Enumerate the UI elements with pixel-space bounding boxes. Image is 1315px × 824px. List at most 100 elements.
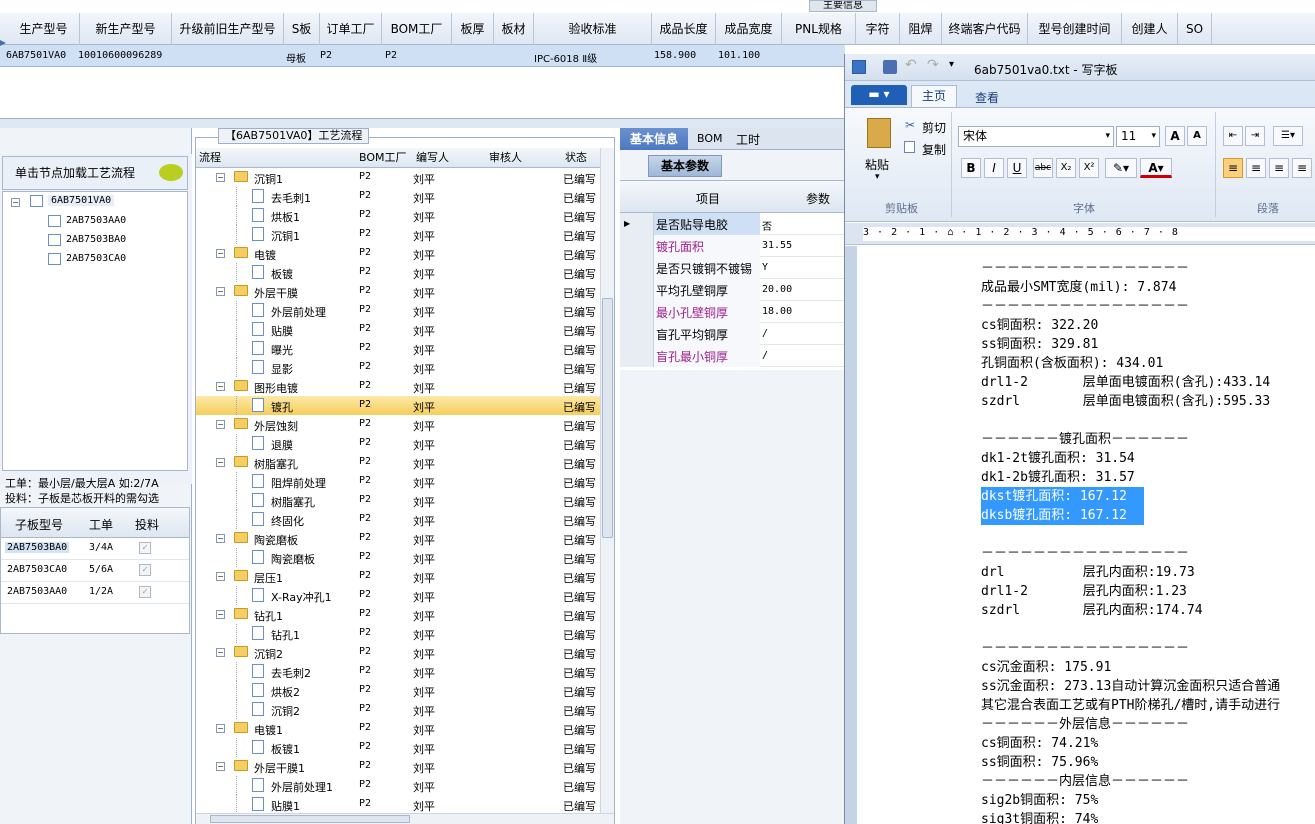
font-size-select[interactable]: 11 ▾ <box>1116 126 1160 147</box>
tab-home[interactable]: 主页 <box>911 85 957 107</box>
document-text[interactable]: －－－－－－－－－－－－－－－－ 成品最小SMT宽度(mil): 7.874 －－－… <box>981 259 1315 824</box>
checkbox[interactable] <box>30 195 43 207</box>
flow-row[interactable]: 外层前处理1 P2 刘平 已编写 <box>196 776 600 795</box>
flow-row[interactable]: 板镀 P2 刘平 已编写 <box>196 263 600 282</box>
column-header[interactable]: SO <box>1178 13 1212 45</box>
superscript-button[interactable]: X² <box>1079 158 1099 178</box>
splitter-bar[interactable] <box>0 118 845 128</box>
feed-checkbox[interactable]: ✓ <box>139 586 151 598</box>
flow-row[interactable]: − 树脂塞孔 P2 刘平 已编写 <box>196 453 600 472</box>
column-header[interactable]: 阻焊 <box>900 13 942 45</box>
align-left-button[interactable]: ≡ <box>1223 158 1243 178</box>
increase-indent-button[interactable]: ⇥ <box>1245 126 1265 146</box>
redo-icon[interactable]: ↷ <box>927 57 939 73</box>
save-icon[interactable] <box>883 60 897 74</box>
flow-row[interactable]: 曝光 P2 刘平 已编写 <box>196 339 600 358</box>
hscroll-thumb[interactable] <box>210 815 410 823</box>
tree-child[interactable]: 2AB7503CA0 <box>66 253 126 264</box>
product-grid-row[interactable]: 6AB7501VA0 10010600096289 母板 P2 P2 IPC-6… <box>0 45 845 67</box>
column-header[interactable]: 成品长度 <box>652 13 716 45</box>
flow-row[interactable]: − 图形电镀 P2 刘平 已编写 <box>196 377 600 396</box>
qat-dropdown-icon[interactable]: ▾ <box>949 59 954 70</box>
flow-row[interactable]: 退膜 P2 刘平 已编写 <box>196 434 600 453</box>
decrease-indent-button[interactable]: ⇤ <box>1223 126 1243 146</box>
align-center-button[interactable]: ≡ <box>1246 158 1266 178</box>
flow-row[interactable]: 树脂塞孔 P2 刘平 已编写 <box>196 491 600 510</box>
flow-row[interactable]: − 外层蚀刻 P2 刘平 已编写 <box>196 415 600 434</box>
column-header[interactable]: 板厚 <box>452 13 494 45</box>
tree-child[interactable]: 2AB7503AA0 <box>66 215 126 226</box>
tree-root[interactable]: 6AB7501VA0 <box>48 195 115 206</box>
param-row[interactable]: 镀孔面积 31.55 <box>620 235 846 257</box>
justify-button[interactable]: ≡ <box>1292 158 1312 178</box>
collapse-icon[interactable]: − <box>216 724 225 733</box>
flow-row[interactable]: − 沉铜2 P2 刘平 已编写 <box>196 643 600 662</box>
copy-label[interactable]: 复制 <box>922 141 946 158</box>
collapse-icon[interactable]: − <box>216 762 225 771</box>
collapse-icon[interactable]: − <box>216 572 225 581</box>
align-right-button[interactable]: ≡ <box>1269 158 1289 178</box>
flow-row[interactable]: 板镀1 P2 刘平 已编写 <box>196 738 600 757</box>
collapse-icon[interactable]: − <box>216 420 225 429</box>
flow-row[interactable]: 贴膜1 P2 刘平 已编写 <box>196 795 600 813</box>
ruler[interactable]: 3 · 2 · 1 · ⌂ · 1 · 2 · 3 · 4 · 5 · 6 · … <box>845 223 1315 245</box>
column-header[interactable]: 成品宽度 <box>716 13 782 45</box>
horizontal-scrollbar[interactable] <box>196 813 614 824</box>
flow-row[interactable]: − 层压1 P2 刘平 已编写 <box>196 567 600 586</box>
tab-view[interactable]: 查看 <box>975 89 999 106</box>
collapse-icon[interactable]: − <box>216 287 225 296</box>
flow-row[interactable]: 外层前处理 P2 刘平 已编写 <box>196 301 600 320</box>
feed-checkbox[interactable]: ✓ <box>139 542 151 554</box>
subboard-row[interactable]: 2AB7503AA0 1/2A ✓ <box>1 582 189 604</box>
column-header[interactable]: S板 <box>284 13 320 45</box>
flow-row[interactable]: 沉铜1 P2 刘平 已编写 <box>196 225 600 244</box>
feed-checkbox[interactable]: ✓ <box>139 564 151 576</box>
flow-row[interactable]: − 陶瓷磨板 P2 刘平 已编写 <box>196 529 600 548</box>
column-header[interactable]: 型号创建时间 <box>1028 13 1122 45</box>
checkbox[interactable] <box>48 215 61 227</box>
flow-row[interactable]: 沉铜2 P2 刘平 已编写 <box>196 700 600 719</box>
undo-icon[interactable]: ↶ <box>905 57 917 73</box>
tab-bom[interactable]: BOM <box>697 132 723 145</box>
shrink-font-button[interactable]: A <box>1187 126 1207 146</box>
bullets-button[interactable]: ☰▾ <box>1273 126 1303 146</box>
flow-row[interactable]: X-Ray冲孔1 P2 刘平 已编写 <box>196 586 600 605</box>
column-header[interactable]: 板材 <box>494 13 534 45</box>
param-row[interactable]: 盲孔平均铜厚 / <box>620 323 846 345</box>
font-color-button[interactable]: A▾ <box>1140 158 1172 178</box>
flow-row[interactable]: 去毛刺2 P2 刘平 已编写 <box>196 662 600 681</box>
flow-row[interactable]: − 沉铜1 P2 刘平 已编写 <box>196 168 600 187</box>
vertical-scrollbar[interactable] <box>600 148 614 813</box>
column-header[interactable]: 订单工厂 <box>320 13 382 45</box>
column-header[interactable]: 新生产型号 <box>80 13 172 45</box>
collapse-icon[interactable]: − <box>216 610 225 619</box>
subboard-row[interactable]: 2AB7503BA0 3/4A ✓ <box>1 538 189 560</box>
italic-button[interactable]: I <box>984 158 1004 178</box>
paste-icon[interactable] <box>867 118 891 148</box>
collapse-icon[interactable]: − <box>11 198 20 207</box>
scroll-thumb[interactable] <box>602 298 613 538</box>
collapse-icon[interactable]: − <box>216 534 225 543</box>
flow-row[interactable]: 陶瓷磨板 P2 刘平 已编写 <box>196 548 600 567</box>
flow-row[interactable]: 贴膜 P2 刘平 已编写 <box>196 320 600 339</box>
copy-icon[interactable] <box>904 141 915 153</box>
cut-icon[interactable]: ✂ <box>905 118 915 132</box>
param-row[interactable]: 最小孔壁铜厚 18.00 <box>620 301 846 323</box>
paste-label[interactable]: 粘贴 <box>865 156 889 173</box>
column-header[interactable]: 字符 <box>856 13 900 45</box>
column-header[interactable]: 验收标准 <box>534 13 652 45</box>
bold-button[interactable]: B <box>961 158 981 178</box>
param-row[interactable]: ▶ 是否贴导电胶否 <box>620 213 846 235</box>
param-row[interactable]: 盲孔最小铜厚 / <box>620 345 846 367</box>
tab-basic-params[interactable]: 基本参数 <box>648 155 722 177</box>
font-name-select[interactable]: 宋体 ▾ <box>958 126 1114 147</box>
flow-row[interactable]: 去毛刺1 P2 刘平 已编写 <box>196 187 600 206</box>
param-row[interactable]: 平均孔壁铜厚 20.00 <box>620 279 846 301</box>
collapse-icon[interactable]: − <box>216 458 225 467</box>
collapse-icon[interactable]: − <box>216 173 225 182</box>
subboard-row[interactable]: 2AB7503CA0 5/6A ✓ <box>1 560 189 582</box>
flow-row[interactable]: − 电镀 P2 刘平 已编写 <box>196 244 600 263</box>
flow-row[interactable]: 阻焊前处理 P2 刘平 已编写 <box>196 472 600 491</box>
flow-row[interactable]: 烘板2 P2 刘平 已编写 <box>196 681 600 700</box>
column-header[interactable]: PNL规格 <box>782 13 856 45</box>
